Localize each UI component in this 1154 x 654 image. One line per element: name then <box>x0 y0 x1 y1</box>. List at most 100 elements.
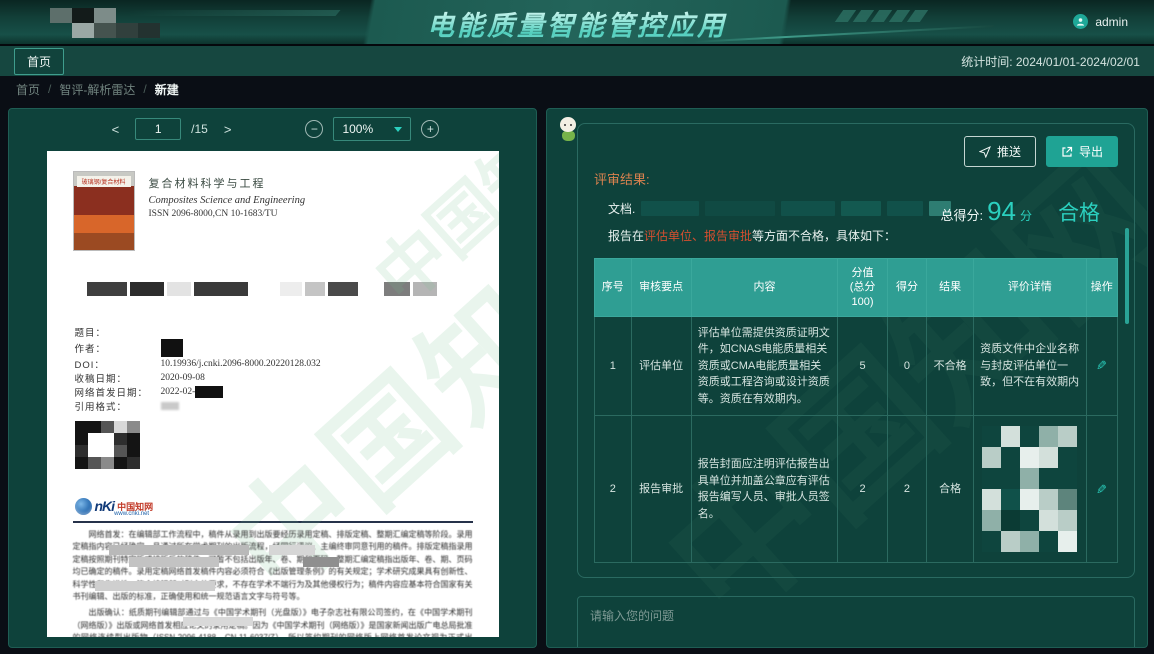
table-row: 2 报告审批 报告封面应注明评估报告出具单位并加盖公章应有评估报告编写人员、审批… <box>595 416 1118 563</box>
edit-icon[interactable]: ✎ <box>1096 480 1107 500</box>
field-value: 2020-09-08 <box>161 373 205 383</box>
push-button[interactable]: 推送 <box>964 136 1036 167</box>
redaction-block <box>887 201 923 216</box>
next-page-button[interactable]: > <box>218 120 238 139</box>
score-value: 94 <box>987 196 1016 227</box>
main-content: < /15 > − 100% + 中国知网 中国知网 玻璃钢/复合材料 复合材料… <box>0 102 1154 654</box>
journal-cover-image: 玻璃钢/复合材料 <box>73 171 135 251</box>
review-result-label: 评审结果: <box>594 169 1118 188</box>
result-status: 合格 <box>927 416 974 563</box>
redaction-block <box>161 339 183 357</box>
review-summary: 报告在评估单位、报告审批等方面不合格，具体如下： <box>608 227 1118 244</box>
field-label: 作者： <box>75 341 161 355</box>
col-result: 结果 <box>927 259 974 317</box>
pdf-viewer-panel: < /15 > − 100% + 中国知网 中国知网 玻璃钢/复合材料 复合材料… <box>8 108 537 648</box>
document-page[interactable]: 中国知网 中国知网 玻璃钢/复合材料 复合材料科学与工程 Composites … <box>47 151 499 637</box>
journal-header: 玻璃钢/复合材料 复合材料科学与工程 Composites Science an… <box>73 171 473 251</box>
stat-bar: 首页 统计时间: 2024/01/01-2024/02/01 <box>0 46 1154 76</box>
verdict-badge: 合格 <box>1058 197 1100 227</box>
redaction-block <box>781 201 835 216</box>
table-header-row: 序号 审核要点 内容 分值(总分100) 得分 结果 评价详情 操作 <box>595 259 1118 317</box>
field-value: 2022-02- <box>161 387 196 397</box>
user-menu[interactable]: admin <box>1073 14 1128 29</box>
app-title: 电能质量智能管控应用 <box>427 4 727 43</box>
username: admin <box>1095 15 1128 29</box>
zoom-level-select[interactable]: 100% <box>333 117 411 141</box>
stat-time: 统计时间: 2024/01/01-2024/02/01 <box>961 53 1140 70</box>
total-score: 总得分: 94 分 合格 <box>940 196 1100 227</box>
export-button[interactable]: 导出 <box>1046 136 1118 167</box>
result-status: 不合格 <box>927 316 974 416</box>
breadcrumb-current: 新建 <box>155 81 179 98</box>
viewer-toolbar: < /15 > − 100% + <box>9 109 536 145</box>
col-point: 审核要点 <box>631 259 691 317</box>
field-value: 10.19936/j.cnki.2096-8000.20220128.032 <box>161 359 321 369</box>
journal-issn: ISSN 2096-8000,CN 10-1683/TU <box>149 209 306 219</box>
journal-cover-label: 玻璃钢/复合材料 <box>77 176 131 187</box>
zoom-out-button[interactable]: − <box>305 120 323 138</box>
document-body-text: 网络首发：在编辑部工作流程中，稿件从录用到出版要经历录用定稿、排版定稿、整期汇编… <box>73 529 473 637</box>
breadcrumb-radar[interactable]: 智评-解析雷达 <box>59 81 135 98</box>
send-icon <box>979 146 991 158</box>
breadcrumb-home[interactable]: 首页 <box>16 81 40 98</box>
page-total: /15 <box>191 122 208 136</box>
redaction-block <box>303 557 339 567</box>
header-decoration-left <box>125 10 340 16</box>
field-label: 题目： <box>75 325 161 339</box>
redaction-block <box>641 201 699 216</box>
redacted-qr-block <box>75 421 140 469</box>
col-detail: 评价详情 <box>974 259 1086 317</box>
cnki-latin: nKi <box>95 498 115 514</box>
paragraph-2: 出版确认：纸质期刊编辑部通过与《中国学术期刊（光盘版）》电子杂志社有限公司签约，… <box>73 607 473 637</box>
review-panel: 中国知网 推送 导出 评审结果: 文档. <box>546 108 1148 648</box>
redaction-block <box>129 557 219 567</box>
redacted-title-blocks <box>87 281 473 297</box>
journal-title-en: Composites Science and Engineering <box>149 195 306 206</box>
zoom-in-button[interactable]: + <box>421 120 439 138</box>
col-content: 内容 <box>691 259 837 317</box>
page-number-input[interactable] <box>135 118 181 140</box>
field-label: 引用格式： <box>75 399 161 413</box>
col-score: 得分 <box>887 259 926 317</box>
journal-title-cn: 复合材料科学与工程 <box>149 175 306 191</box>
cnki-logo: nKi 中国知网 www.cnki.net <box>75 495 473 517</box>
header-decoration-stripes <box>835 10 928 22</box>
review-table: 序号 审核要点 内容 分值(总分100) 得分 结果 评价详情 操作 1 评估单… <box>594 258 1118 563</box>
review-result-card: 推送 导出 评审结果: 文档. 报告在评估单位、报告审批等方面不合格，具体如下： <box>577 123 1135 578</box>
field-label: 网络首发日期： <box>75 385 161 399</box>
redaction-block <box>841 201 881 216</box>
edit-icon[interactable]: ✎ <box>1096 356 1107 376</box>
table-row: 1 评估单位 评估单位需提供资质证明文件，如CNAS电能质量相关资质或CMA电能… <box>595 316 1118 416</box>
redaction-block <box>269 545 315 555</box>
scrollbar-thumb[interactable] <box>1125 228 1129 324</box>
doc-label: 文档. <box>608 200 635 217</box>
breadcrumb-separator: / <box>48 82 51 96</box>
failed-aspects: 评估单位、报告审批 <box>644 229 752 243</box>
redacted-stamp-image <box>982 426 1077 552</box>
redaction-block <box>183 617 253 626</box>
breadcrumb-separator: / <box>143 82 146 96</box>
field-label: DOI： <box>75 357 161 371</box>
document-metadata: 题目： 作者： DOI：10.19936/j.cnki.2096-8000.20… <box>75 325 473 413</box>
divider <box>73 521 473 523</box>
tab-home[interactable]: 首页 <box>14 48 64 75</box>
col-score-max: 分值(总分100) <box>838 259 888 317</box>
app-header: 导航 电能质量智能管控应用 admin <box>0 0 1154 46</box>
cnki-globe-icon <box>75 498 92 515</box>
export-icon <box>1061 146 1073 158</box>
col-action: 操作 <box>1086 259 1117 317</box>
cnki-url: www.cnki.net <box>114 511 149 517</box>
redaction-block <box>109 545 249 555</box>
prev-page-button[interactable]: < <box>106 120 126 139</box>
question-input[interactable] <box>578 597 1134 648</box>
field-label: 收稿日期： <box>75 371 161 385</box>
col-index: 序号 <box>595 259 632 317</box>
redaction-block <box>705 201 775 216</box>
redaction-block <box>161 402 179 410</box>
assistant-mascot <box>557 117 579 141</box>
redaction-block <box>95 581 215 591</box>
chevron-down-icon <box>394 127 402 132</box>
breadcrumb: 首页 / 智评-解析雷达 / 新建 <box>0 76 1154 102</box>
user-avatar-icon <box>1073 14 1088 29</box>
redaction-block <box>195 386 223 398</box>
